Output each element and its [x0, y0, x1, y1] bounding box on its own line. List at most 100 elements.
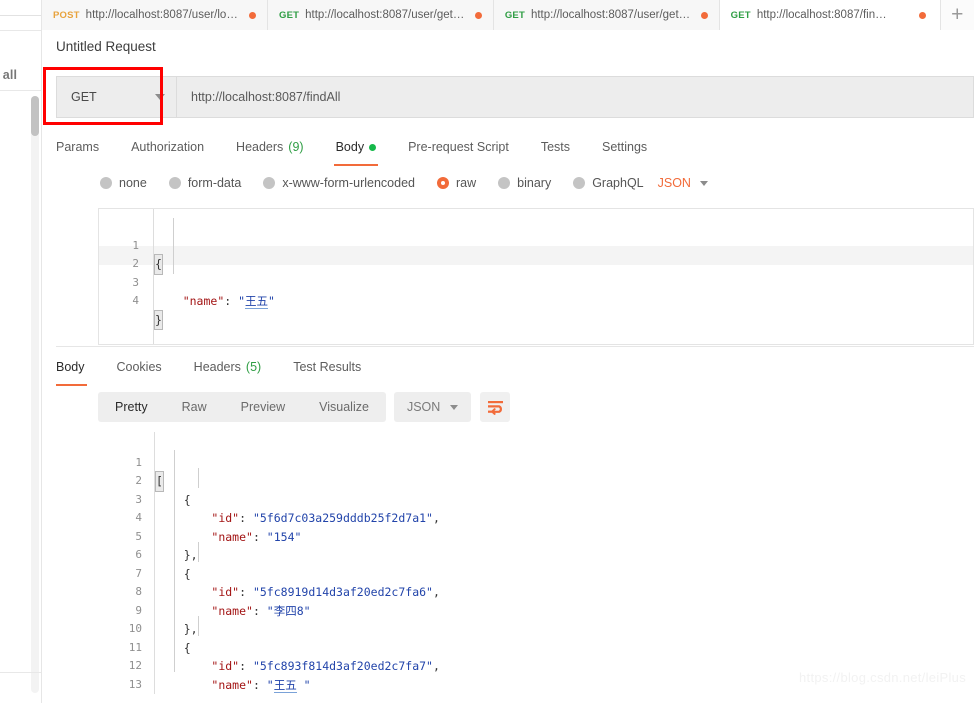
view-mode-preview[interactable]: Preview — [224, 392, 302, 422]
body-format-dropdown[interactable]: JSON — [658, 176, 708, 190]
new-tab-button[interactable]: + — [940, 0, 974, 30]
tab-tests[interactable]: Tests — [525, 134, 586, 160]
radio-icon — [263, 177, 276, 189]
body-type-x-www-form-urlencoded[interactable]: x-www-form-urlencoded — [263, 176, 415, 190]
tab-label: Authorization — [131, 140, 205, 154]
tab-settings[interactable]: Settings — [586, 134, 663, 160]
tab-label: Body — [335, 140, 365, 154]
request-tab[interactable]: GET http://localhost:8087/user/getU… — [267, 0, 494, 30]
code-line: 5 }, — [108, 509, 974, 563]
tab-label: Cookies — [116, 360, 162, 374]
view-mode-raw[interactable]: Raw — [165, 392, 224, 422]
radio-selected-icon — [437, 177, 449, 189]
code-line: 6 { — [108, 528, 974, 581]
code-line: 7 "id": "5fc8919d14d3af20ed2c7fa6", — [108, 546, 974, 600]
code-line: 11 "id": "5fc893f814d3af20ed2c7fa7", — [108, 620, 974, 674]
response-headers-count: (5) — [245, 360, 262, 374]
code-line: 2 — [99, 237, 973, 270]
line-number: 4 — [132, 294, 139, 307]
sidebar-top-card — [0, 0, 42, 16]
response-section-divider — [56, 346, 974, 347]
method-dropdown[interactable]: GET — [56, 76, 176, 118]
body-type-form-data[interactable]: form-data — [168, 176, 242, 190]
chevron-down-icon — [155, 94, 165, 100]
unsaved-changes-dot-icon — [918, 11, 926, 19]
code-line: 3 "id": "5f6d7c03a259dddb25f2d7a1", — [108, 472, 974, 526]
sidebar-clear-all-label[interactable]: r all — [0, 68, 40, 82]
tab-authorization[interactable]: Authorization — [115, 134, 220, 160]
code-line: 4 } — [99, 274, 973, 330]
tab-headers[interactable]: Headers (9) — [220, 134, 320, 160]
request-section-tabs: Params Authorization Headers (9) Body Pr… — [56, 134, 974, 166]
radio-icon — [498, 177, 511, 189]
radio-label: x-www-form-urlencoded — [282, 176, 415, 190]
postman-window: r all POST http://localhost:8087/user/lo… — [0, 0, 974, 703]
body-type-binary[interactable]: binary — [498, 176, 551, 190]
unsaved-changes-dot-icon — [700, 11, 708, 19]
tab-method-label: GET — [278, 9, 300, 21]
word-wrap-icon — [487, 400, 503, 415]
code-line: 12 "name": "王五 " — [108, 639, 974, 693]
tab-method-label: GET — [730, 9, 751, 21]
tab-url-label: http://localhost:8087/user/getU… — [530, 9, 695, 21]
body-format-label: JSON — [657, 176, 691, 190]
main-area: POST http://localhost:8087/user/logi… GE… — [42, 0, 974, 703]
tab-pre-request-script[interactable]: Pre-request Script — [392, 134, 525, 160]
body-type-raw[interactable]: raw — [437, 176, 476, 190]
tab-url-label: http://localhost:8087/findAll — [756, 9, 891, 21]
response-body-viewer[interactable]: 1 [ 2 { 3 "id": "5f6d7c03a259dddb25f2d7a… — [108, 432, 974, 694]
body-present-dot-icon — [369, 143, 377, 151]
code-line: 2 { — [108, 454, 974, 507]
sidebar-divider-mid — [0, 90, 42, 91]
url-input[interactable]: http://localhost:8087/findAll — [176, 76, 974, 118]
tab-method-label: GET — [504, 9, 525, 21]
radio-label: GraphQL — [592, 176, 644, 190]
response-format-dropdown[interactable]: JSON — [393, 392, 472, 422]
url-row: GET http://localhost:8087/findAll — [56, 76, 974, 118]
radio-label: none — [119, 176, 147, 190]
request-title[interactable]: Untitled Request — [56, 39, 156, 54]
response-section-tabs: Body Cookies Headers (5) Test Results — [56, 354, 974, 386]
request-body-editor[interactable]: 1 { 2 3 "name": "王五" 4 } — [98, 208, 974, 345]
tab-params[interactable]: Params — [56, 134, 115, 160]
radio-label: form-data — [187, 176, 242, 190]
response-tab-test-results[interactable]: Test Results — [277, 354, 377, 380]
tab-method-label: POST — [53, 9, 80, 21]
code-line: 9 }, — [108, 583, 974, 637]
tab-url-label: http://localhost:8087/user/logi… — [85, 9, 243, 21]
tab-label: Body — [56, 360, 85, 374]
line-text: "name": "王五" — [182, 294, 275, 309]
tab-label: Settings — [602, 140, 648, 154]
response-tab-cookies[interactable]: Cookies — [101, 354, 178, 380]
request-tab-bar: POST http://localhost:8087/user/logi… GE… — [42, 0, 974, 30]
tab-label: Headers — [193, 360, 241, 374]
radio-icon — [168, 177, 181, 189]
tab-url-label: http://localhost:8087/user/getU… — [305, 9, 469, 21]
tab-label: Headers — [236, 140, 284, 154]
method-label: GET — [71, 90, 97, 104]
sidebar-scrollbar-thumb[interactable] — [31, 96, 39, 136]
word-wrap-toggle-button[interactable] — [480, 392, 511, 422]
tab-label: Pre-request Script — [408, 140, 509, 154]
request-tab[interactable]: POST http://localhost:8087/user/logi… — [42, 0, 268, 30]
response-tab-body[interactable]: Body — [56, 354, 101, 386]
code-line: 3 "name": "王五" — [99, 255, 973, 309]
radio-icon — [573, 177, 586, 189]
tab-label: Params — [56, 140, 100, 154]
code-line: 8 "name": "李四8" — [108, 565, 974, 618]
request-tab[interactable]: GET http://localhost:8087/user/getU… — [493, 0, 720, 30]
sidebar-divider-bottom — [0, 672, 42, 673]
request-tab-active[interactable]: GET http://localhost:8087/findAll — [719, 0, 941, 30]
response-view-toolbar: Pretty Raw Preview Visualize JSON — [98, 392, 511, 422]
code-line: 1 [ — [108, 435, 974, 492]
view-mode-visualize[interactable]: Visualize — [302, 392, 386, 422]
radio-label: binary — [517, 176, 552, 190]
body-type-graphql[interactable]: GraphQL — [573, 176, 644, 190]
view-mode-pretty[interactable]: Pretty — [98, 392, 165, 422]
body-type-radio-group: none form-data x-www-form-urlencoded raw… — [100, 172, 974, 194]
body-type-none[interactable]: none — [100, 176, 147, 190]
response-tab-headers[interactable]: Headers (5) — [178, 354, 278, 380]
sidebar: r all — [0, 0, 42, 703]
tab-body[interactable]: Body — [320, 134, 393, 166]
sidebar-scrollbar-track[interactable] — [31, 96, 39, 693]
